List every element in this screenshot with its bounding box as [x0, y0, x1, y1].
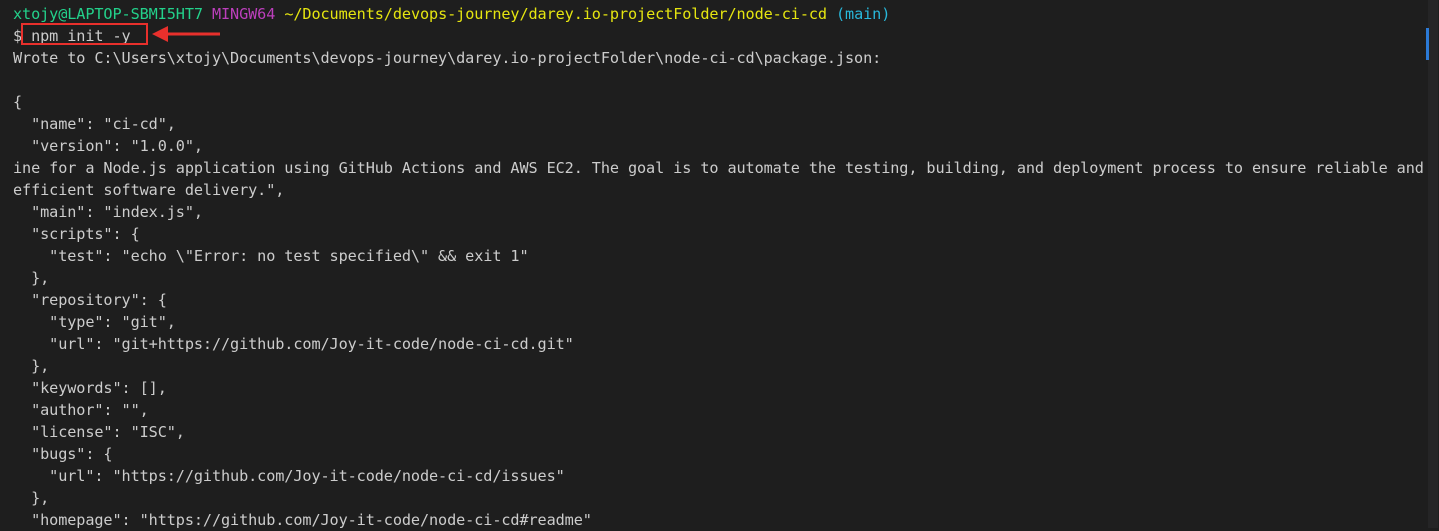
json-line: "author": "", [13, 401, 149, 419]
json-line: "url": "git+https://github.com/Joy-it-co… [13, 335, 574, 353]
vertical-scrollbar[interactable] [1424, 0, 1439, 528]
prompt-path: ~/Documents/devops-journey/darey.io-proj… [284, 5, 827, 23]
command-highlight-box [21, 23, 148, 45]
json-line: }, [13, 489, 50, 507]
json-line: "name": "ci-cd", [13, 115, 176, 133]
json-line: }, [13, 357, 50, 375]
prompt-host: MINGW64 [211, 5, 276, 23]
prompt-branch: (main) [836, 5, 891, 23]
json-line: "bugs": { [13, 445, 113, 463]
json-line: { [13, 93, 23, 111]
prompt-line: xtojy@LAPTOP-SBMI5HT7 MINGW64 ~/Document… [13, 3, 890, 25]
json-line: }, [13, 269, 50, 287]
json-line: "repository": { [13, 291, 167, 309]
annotation-arrow-icon [152, 26, 220, 42]
json-line: "main": "index.js", [13, 203, 203, 221]
json-line: "url": "https://github.com/Joy-it-code/n… [13, 467, 565, 485]
json-line: "test": "echo \"Error: no test specified… [13, 247, 529, 265]
json-line: "type": "git", [13, 313, 176, 331]
json-line: "keywords": [], [13, 379, 167, 397]
scrollbar-thumb[interactable] [1428, 0, 1438, 528]
terminal-panel[interactable]: xtojy@LAPTOP-SBMI5HT7 MINGW64 ~/Document… [0, 0, 1424, 529]
output-wrote-line: Wrote to C:\Users\xtojy\Documents\devops… [13, 49, 882, 67]
json-line: efficient software delivery.", [13, 181, 285, 199]
json-line: "version": "1.0.0", [13, 137, 203, 155]
json-line: "license": "ISC", [13, 423, 185, 441]
prompt-user: xtojy@LAPTOP-SBMI5HT7 [13, 5, 203, 23]
scrollbar-position-marker [1426, 28, 1429, 60]
json-line: "scripts": { [13, 225, 140, 243]
json-line: ine for a Node.js application using GitH… [13, 159, 1424, 177]
